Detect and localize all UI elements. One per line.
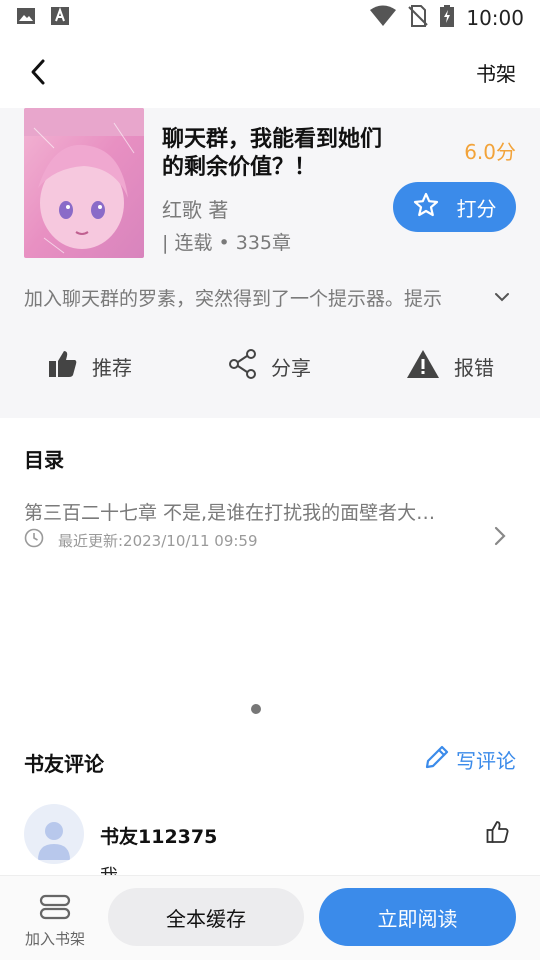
update-time: 最近更新:2023/10/11 09:59: [58, 531, 258, 550]
read-now-button[interactable]: 立即阅读: [319, 888, 516, 946]
report-label: 报错: [454, 355, 494, 380]
status-time: 10:00: [466, 6, 524, 30]
like-icon[interactable]: [486, 820, 510, 848]
update-info: 最近更新:2023/10/11 09:59: [24, 528, 258, 552]
add-to-shelf-label: 加入书架: [24, 930, 85, 948]
book-actions: 推荐 分享 报错: [0, 338, 540, 394]
reviews-heading: 书友评论: [24, 752, 104, 776]
warning-icon: [406, 349, 440, 384]
cache-all-button[interactable]: 全本缓存: [108, 888, 304, 946]
share-button[interactable]: 分享: [180, 338, 360, 394]
review-username: 书友112375: [100, 826, 218, 848]
battery-charging-icon: [440, 5, 455, 31]
no-sim-icon: [408, 5, 429, 31]
font-icon: [50, 6, 70, 30]
recommend-button[interactable]: 推荐: [0, 338, 180, 394]
thumbs-up-icon: [48, 350, 78, 383]
pager-dot: [251, 704, 261, 714]
bookshelf-link[interactable]: 书架: [476, 58, 516, 87]
latest-chapter-row[interactable]: 第三百二十七章 不是,是谁在打扰我的面壁者大… 最近更新:2023/10/11 …: [0, 490, 540, 560]
gallery-icon: [16, 6, 36, 30]
nav-bar: 书架: [0, 36, 540, 108]
wifi-icon: [370, 5, 397, 31]
avatar[interactable]: [24, 804, 84, 864]
rate-label: 打分: [456, 196, 497, 221]
pencil-icon: [424, 744, 450, 775]
star-icon: [413, 192, 439, 223]
book-info-panel: 聊天群，我能看到她们的剩余价值？！ 6.0分 红歌 著 | 连载 • 335章 …: [0, 108, 540, 418]
review-text: 我: [100, 862, 118, 876]
book-author[interactable]: 红歌 著: [162, 194, 228, 223]
share-icon: [229, 348, 257, 384]
chevron-right-icon: [494, 526, 506, 550]
bottom-bar: 加入书架 全本缓存 立即阅读: [0, 875, 540, 960]
toc-heading: 目录: [24, 448, 64, 472]
book-title: 聊天群，我能看到她们的剩余价值？！: [162, 127, 383, 180]
review-item: 书友112375 我: [0, 800, 540, 876]
recommend-label: 推荐: [92, 355, 132, 380]
clock-icon: [24, 528, 44, 552]
book-cover[interactable]: [24, 108, 144, 258]
write-review-label: 写评论: [456, 749, 516, 773]
report-error-button[interactable]: 报错: [360, 338, 540, 394]
back-icon[interactable]: [24, 58, 52, 86]
status-bar: 10:00: [0, 0, 540, 36]
rate-button[interactable]: 打分: [393, 182, 516, 232]
book-meta: | 连载 • 335章: [162, 232, 291, 254]
chevron-down-icon[interactable]: [494, 288, 510, 307]
add-to-shelf-button[interactable]: 加入书架: [20, 894, 90, 949]
book-rating: 6.0分: [464, 140, 516, 164]
share-label: 分享: [271, 355, 311, 380]
write-review-button[interactable]: 写评论: [424, 744, 516, 775]
bookshelf-icon: [39, 894, 71, 924]
book-intro[interactable]: 加入聊天群的罗素，突然得到了一个提示器。提示: [24, 284, 494, 311]
latest-chapter-title: 第三百二十七章 不是,是谁在打扰我的面壁者大…: [24, 502, 436, 524]
